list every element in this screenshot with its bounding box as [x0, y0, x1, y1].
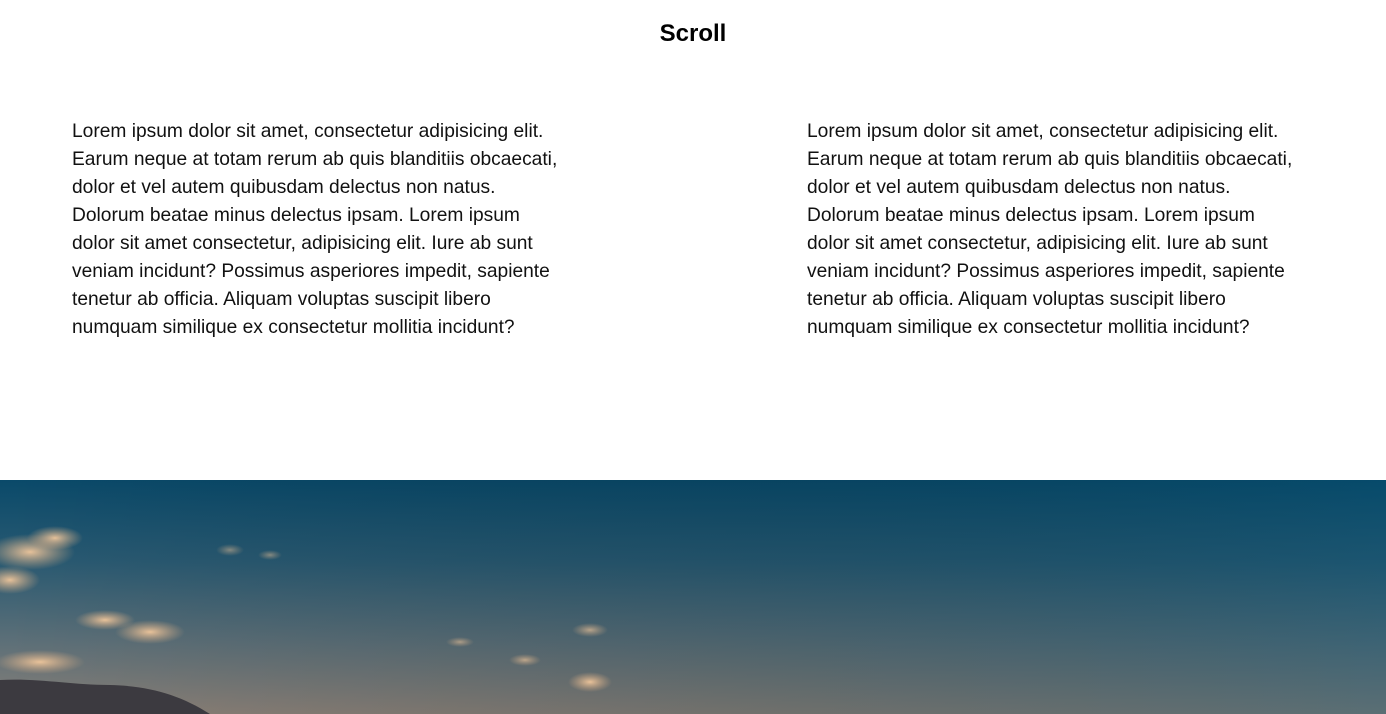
- sky-landscape-image: [0, 480, 1386, 714]
- hero-background-image: [0, 480, 1386, 714]
- page-title: Scroll: [659, 20, 727, 47]
- text-column-left: Lorem ipsum dolor sit amet, consectetur …: [72, 121, 558, 338]
- text-column-right: Lorem ipsum dolor sit amet, consectetur …: [807, 121, 1293, 338]
